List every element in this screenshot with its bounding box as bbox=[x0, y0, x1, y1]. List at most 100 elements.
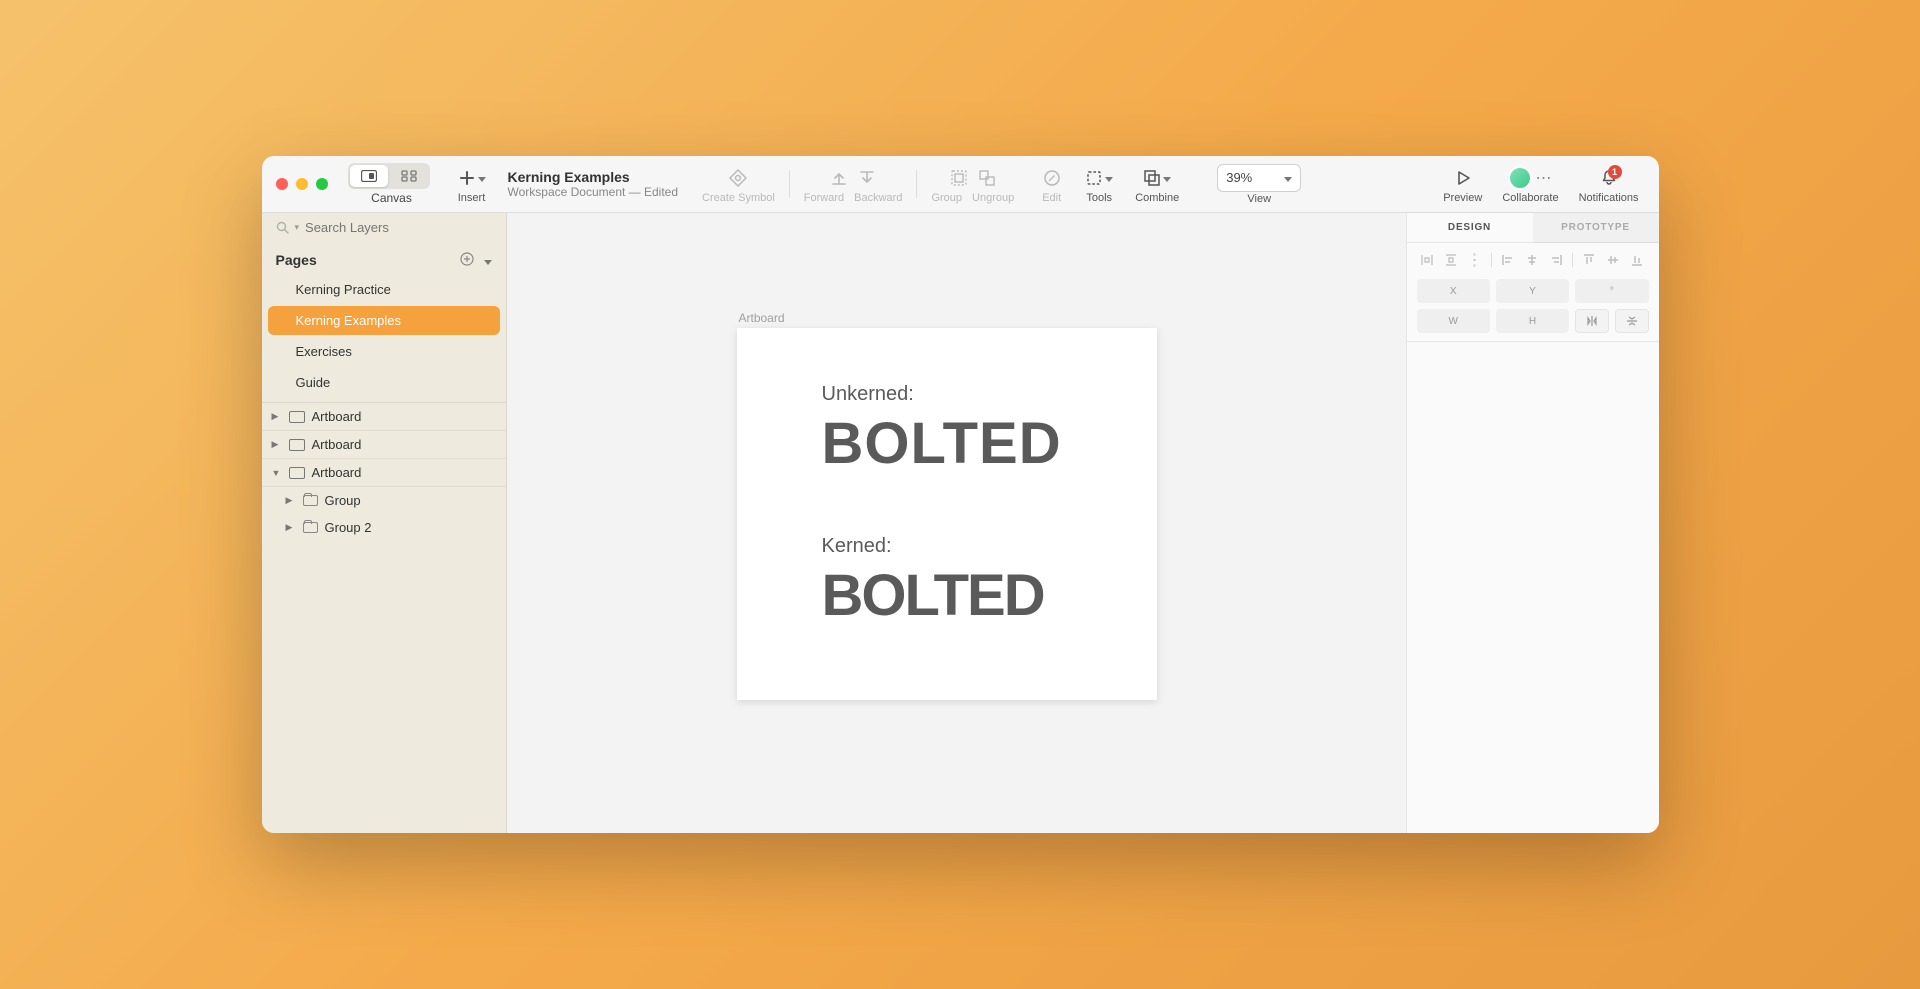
chevron-down-icon bbox=[1284, 170, 1292, 185]
y-field[interactable]: Y bbox=[1496, 279, 1569, 303]
layer-label: Group bbox=[325, 493, 361, 508]
disclosure-down-icon[interactable]: ▼ bbox=[272, 468, 282, 478]
align-top-icon[interactable] bbox=[1579, 251, 1599, 269]
artboard-name[interactable]: Artboard bbox=[739, 311, 785, 325]
tab-prototype[interactable]: PROTOTYPE bbox=[1533, 213, 1659, 243]
layer-artboard[interactable]: ▶ Artboard bbox=[262, 431, 506, 459]
forward-button[interactable] bbox=[830, 169, 848, 187]
flip-v-button[interactable] bbox=[1615, 309, 1649, 333]
create-symbol-group: Create Symbol bbox=[702, 165, 775, 204]
document-title-block: Kerning Examples Workspace Document — Ed… bbox=[508, 169, 679, 199]
align-right-icon[interactable] bbox=[1546, 251, 1566, 269]
page-item[interactable]: Kerning Practice bbox=[268, 275, 500, 304]
collaborator-avatar[interactable] bbox=[1508, 166, 1532, 190]
layer-artboard[interactable]: ▶ Artboard bbox=[262, 403, 506, 431]
app-window: Canvas Insert Kerning Examples Workspace… bbox=[262, 156, 1659, 833]
align-center-v-icon[interactable] bbox=[1603, 251, 1623, 269]
group-label: Group bbox=[931, 192, 962, 204]
maximize-window-button[interactable] bbox=[316, 178, 328, 190]
group-button[interactable] bbox=[950, 169, 968, 187]
collaborate-group: ⋯ Collaborate bbox=[1502, 165, 1558, 204]
separator bbox=[1572, 253, 1573, 267]
create-symbol-label: Create Symbol bbox=[702, 192, 775, 204]
x-field[interactable]: X bbox=[1417, 279, 1490, 303]
backward-label: Backward bbox=[854, 192, 902, 204]
align-bottom-icon[interactable] bbox=[1627, 251, 1647, 269]
preview-group: Preview bbox=[1443, 165, 1482, 204]
page-item-active[interactable]: Kerning Examples bbox=[268, 306, 500, 335]
toolbar: Canvas Insert Kerning Examples Workspace… bbox=[262, 156, 1659, 213]
w-field[interactable]: W bbox=[1417, 309, 1490, 333]
insert-button[interactable] bbox=[458, 169, 486, 187]
grid-view-button[interactable] bbox=[390, 165, 428, 187]
create-symbol-button[interactable] bbox=[728, 168, 748, 188]
layer-group[interactable]: ▶ Group bbox=[262, 487, 506, 514]
toolbar-divider bbox=[916, 170, 917, 198]
tools-group: Tools bbox=[1085, 165, 1113, 204]
insert-label: Insert bbox=[458, 192, 486, 204]
toolbar-divider bbox=[789, 170, 790, 198]
zoom-select[interactable]: 39% bbox=[1217, 164, 1301, 192]
view-label: View bbox=[1247, 193, 1271, 205]
tab-design[interactable]: DESIGN bbox=[1407, 213, 1533, 243]
tools-label: Tools bbox=[1086, 192, 1112, 204]
layer-label: Artboard bbox=[312, 437, 362, 452]
notifications-label: Notifications bbox=[1579, 192, 1639, 204]
artboard-icon bbox=[289, 467, 305, 479]
document-subtitle: Workspace Document — Edited bbox=[508, 185, 679, 199]
more-icon[interactable]: ⋯ bbox=[1535, 168, 1552, 188]
collapse-pages-button[interactable] bbox=[484, 252, 492, 268]
layer-artboard-expanded[interactable]: ▼ Artboard bbox=[262, 459, 506, 487]
edit-button[interactable] bbox=[1043, 169, 1061, 187]
zoom-value: 39% bbox=[1226, 170, 1252, 185]
more-align-icon[interactable]: ⋮ bbox=[1465, 251, 1485, 269]
search-layers[interactable]: ▾ bbox=[262, 213, 506, 242]
arrange-group: Forward Backward bbox=[804, 165, 903, 204]
window-body: ▾ Pages Kerning Practice Kerning Example… bbox=[262, 213, 1659, 833]
ungroup-button[interactable] bbox=[978, 169, 996, 187]
page-item[interactable]: Guide bbox=[268, 368, 500, 397]
group-group: Group Ungroup bbox=[931, 165, 1014, 204]
align-left-icon[interactable] bbox=[1498, 251, 1518, 269]
inspector: DESIGN PROTOTYPE ⋮ X Y ° W bbox=[1406, 213, 1659, 833]
add-page-button[interactable] bbox=[460, 252, 474, 268]
search-input[interactable] bbox=[305, 220, 445, 235]
pages-header: Pages bbox=[262, 242, 506, 274]
layer-label: Group 2 bbox=[325, 520, 372, 535]
folder-icon bbox=[303, 495, 318, 506]
document-title: Kerning Examples bbox=[508, 169, 679, 185]
disclosure-right-icon[interactable]: ▶ bbox=[272, 411, 282, 422]
preview-label: Preview bbox=[1443, 192, 1482, 204]
edit-label: Edit bbox=[1042, 192, 1061, 204]
kerned-text: BOLTED bbox=[822, 562, 1157, 629]
disclosure-right-icon[interactable]: ▶ bbox=[286, 495, 296, 506]
insert-group: Insert bbox=[458, 165, 486, 204]
tools-button[interactable] bbox=[1085, 169, 1113, 187]
h-field[interactable]: H bbox=[1496, 309, 1569, 333]
artboard[interactable]: Unkerned: BOLTED Kerned: BOLTED bbox=[737, 328, 1157, 700]
layer-group[interactable]: ▶ Group 2 bbox=[262, 514, 506, 541]
ungroup-label: Ungroup bbox=[972, 192, 1014, 204]
unkerned-text: BOLTED bbox=[822, 410, 1157, 477]
flip-h-button[interactable] bbox=[1575, 309, 1609, 333]
align-center-h-icon[interactable] bbox=[1522, 251, 1542, 269]
canvas-view-button[interactable] bbox=[350, 165, 388, 187]
close-window-button[interactable] bbox=[276, 178, 288, 190]
disclosure-right-icon[interactable]: ▶ bbox=[272, 439, 282, 450]
minimize-window-button[interactable] bbox=[296, 178, 308, 190]
backward-button[interactable] bbox=[858, 169, 876, 187]
forward-label: Forward bbox=[804, 192, 844, 204]
canvas[interactable]: Artboard Unkerned: BOLTED Kerned: BOLTED bbox=[507, 213, 1406, 833]
geometry-panel: X Y ° W H bbox=[1407, 277, 1659, 341]
distribute-v-icon[interactable] bbox=[1441, 251, 1461, 269]
preview-button[interactable] bbox=[1454, 169, 1472, 187]
page-item[interactable]: Exercises bbox=[268, 337, 500, 366]
canvas-label: Canvas bbox=[365, 191, 419, 205]
unkerned-label: Unkerned: bbox=[822, 383, 1157, 406]
disclosure-right-icon[interactable]: ▶ bbox=[286, 522, 296, 533]
notifications-button[interactable]: 1 bbox=[1600, 169, 1618, 187]
rotation-field[interactable]: ° bbox=[1575, 279, 1648, 303]
distribute-h-icon[interactable] bbox=[1417, 251, 1437, 269]
search-icon bbox=[276, 221, 289, 234]
combine-button[interactable] bbox=[1143, 169, 1171, 187]
